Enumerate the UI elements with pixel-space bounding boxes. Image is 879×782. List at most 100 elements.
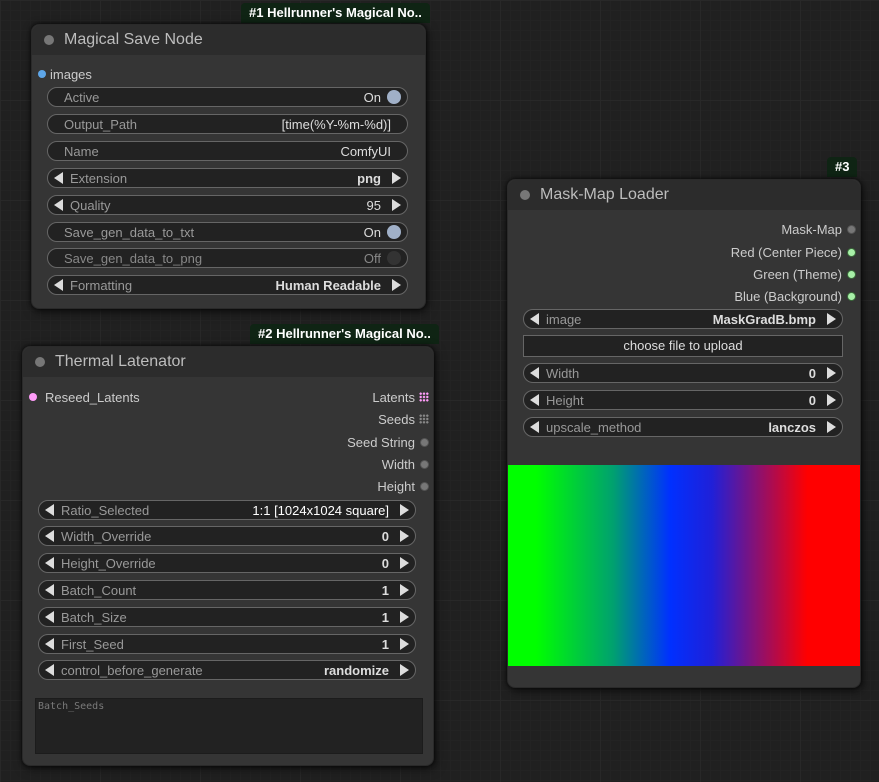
node-header[interactable]: Magical Save Node [32,25,425,55]
arrow-right-icon[interactable] [827,313,836,325]
arrow-right-icon[interactable] [400,504,409,516]
node-thermal-latenator[interactable]: Thermal Latenator Reseed_Latents Latents… [22,346,434,766]
arrow-left-icon[interactable] [45,611,54,623]
widget-value: 1 [381,610,389,625]
arrow-left-icon[interactable] [530,394,539,406]
widget-width[interactable]: Width 0 [523,363,843,383]
output-slot-seeds[interactable]: Seeds [309,412,429,428]
arrow-left-icon[interactable] [530,313,539,325]
arrow-right-icon[interactable] [827,394,836,406]
green-output-dot-icon[interactable] [847,270,856,279]
widget-active[interactable]: Active On [47,87,408,107]
widget-value: png [357,171,381,186]
arrow-right-icon[interactable] [400,557,409,569]
widget-extension[interactable]: Extension png [47,168,408,188]
widget-quality[interactable]: Quality 95 [47,195,408,215]
toggle-knob-icon[interactable] [387,90,401,104]
output-dot-icon[interactable] [420,460,429,469]
image-input-dot-icon[interactable] [38,70,46,78]
output-dot-icon[interactable] [847,225,856,234]
widget-height-override[interactable]: Height_Override 0 [38,553,416,573]
toggle-knob-icon[interactable] [387,225,401,239]
output-dot-icon[interactable] [420,482,429,491]
node-header[interactable]: Thermal Latenator [23,347,433,377]
output-slot-green[interactable]: Green (Theme) [696,267,856,283]
input-slot-reseed-latents[interactable]: Reseed_Latents [29,390,189,406]
arrow-right-icon[interactable] [827,367,836,379]
node-header[interactable]: Mask-Map Loader [508,180,860,210]
arrow-left-icon[interactable] [54,172,63,184]
widget-label: Name [64,144,99,159]
toggle-knob-icon[interactable] [387,251,401,265]
widget-label: Extension [70,171,128,186]
arrow-right-icon[interactable] [400,638,409,650]
arrow-left-icon[interactable] [45,530,54,542]
arrow-left-icon[interactable] [54,279,63,291]
output-slot-height[interactable]: Height [309,479,429,495]
batch-seeds-textarea[interactable]: Batch_Seeds [35,698,423,754]
widget-label: image [546,312,582,327]
arrow-right-icon[interactable] [392,199,401,211]
arrow-left-icon[interactable] [45,584,54,596]
widget-ratio-selected[interactable]: Ratio_Selected 1:1 [1024x1024 square] [38,500,416,520]
upload-button[interactable]: choose file to upload [523,335,843,357]
input-slot-images[interactable]: images [38,67,158,83]
widget-save-gen-data-png[interactable]: Save_gen_data_to_png Off [47,248,408,268]
widget-value: Off [363,251,381,266]
arrow-right-icon[interactable] [400,664,409,676]
seeds-grid-icon[interactable] [419,414,429,424]
output-slot-latents[interactable]: Latents [309,390,429,406]
widget-value: 0 [808,366,816,381]
widget-control-before-generate[interactable]: control_before_generate randomize [38,660,416,680]
widget-save-gen-data-txt[interactable]: Save_gen_data_to_txt On [47,222,408,242]
output-slot-red[interactable]: Red (Center Piece) [696,245,856,261]
output-dot-icon[interactable] [420,438,429,447]
node-magical-save[interactable]: Magical Save Node images Active On Outpu… [31,24,426,309]
widget-value: ComfyUI [340,144,391,159]
arrow-right-icon[interactable] [827,421,836,433]
latent-input-dot-icon[interactable] [29,393,37,401]
output-slot-mask-map[interactable]: Mask-Map [696,222,856,238]
widget-height[interactable]: Height 0 [523,390,843,410]
arrow-right-icon[interactable] [392,279,401,291]
arrow-left-icon[interactable] [530,367,539,379]
node-title: Mask-Map Loader [540,186,669,203]
widget-output-path[interactable]: Output_Path [time(%Y-%m-%d)] [47,114,408,134]
arrow-left-icon[interactable] [45,638,54,650]
green-output-dot-icon[interactable] [847,292,856,301]
output-slot-seed-string[interactable]: Seed String [309,435,429,451]
widget-label: Save_gen_data_to_txt [64,225,195,240]
arrow-right-icon[interactable] [400,530,409,542]
arrow-right-icon[interactable] [400,584,409,596]
widget-image[interactable]: image MaskGradB.bmp [523,309,843,329]
slot-label: images [50,67,92,82]
widget-name[interactable]: Name ComfyUI [47,141,408,161]
arrow-left-icon[interactable] [45,504,54,516]
widget-width-override[interactable]: Width_Override 0 [38,526,416,546]
widget-value: 0 [381,529,389,544]
arrow-right-icon[interactable] [392,172,401,184]
arrow-right-icon[interactable] [400,611,409,623]
arrow-left-icon[interactable] [54,199,63,211]
widget-first-seed[interactable]: First_Seed 1 [38,634,416,654]
node-mask-map-loader[interactable]: Mask-Map Loader Mask-Map Red (Center Pie… [507,179,861,688]
arrow-left-icon[interactable] [530,421,539,433]
collapse-dot-icon[interactable] [35,357,45,367]
arrow-left-icon[interactable] [45,664,54,676]
output-slot-blue[interactable]: Blue (Background) [696,289,856,305]
widget-batch-size[interactable]: Batch_Size 1 [38,607,416,627]
collapse-dot-icon[interactable] [44,35,54,45]
arrow-left-icon[interactable] [45,557,54,569]
latent-grid-icon[interactable] [419,392,429,402]
widget-label: Width [546,366,580,381]
widget-label: Height_Override [61,556,156,571]
widget-batch-count[interactable]: Batch_Count 1 [38,580,416,600]
widget-label: Formatting [70,278,133,293]
widget-formatting[interactable]: Formatting Human Readable [47,275,408,295]
widget-label: Batch_Size [61,610,127,625]
output-slot-width[interactable]: Width [309,457,429,473]
collapse-dot-icon[interactable] [520,190,530,200]
green-output-dot-icon[interactable] [847,248,856,257]
slot-label: Mask-Map [781,222,842,237]
widget-upscale-method[interactable]: upscale_method lanczos [523,417,843,437]
